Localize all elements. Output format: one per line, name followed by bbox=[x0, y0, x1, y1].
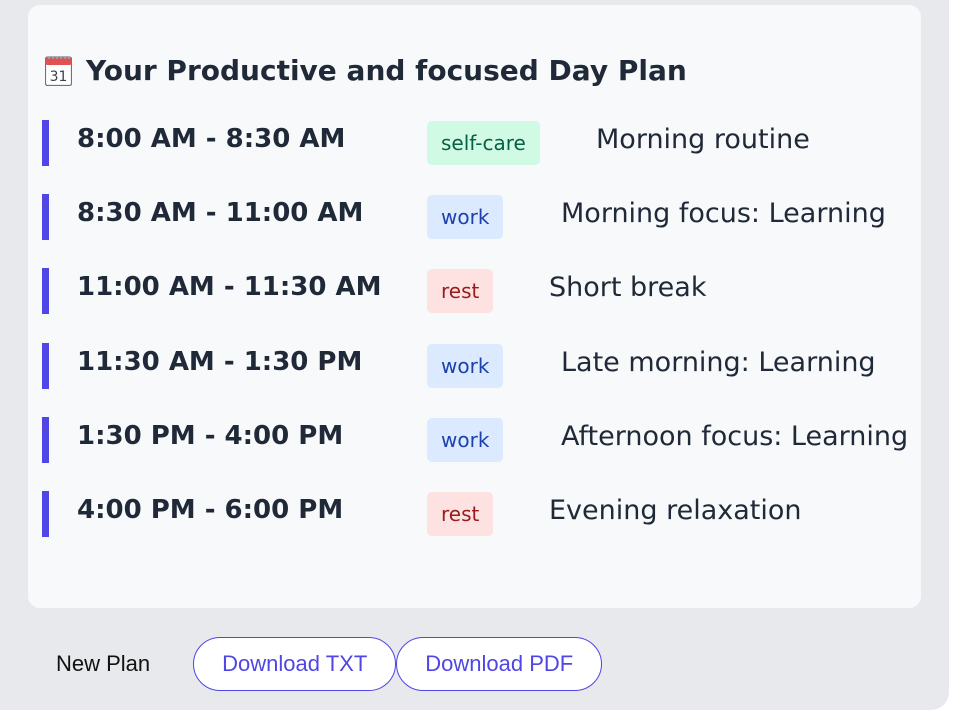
plan-item-tag: work bbox=[427, 417, 504, 462]
plan-item-accent-bar bbox=[42, 194, 49, 241]
plan-item-time: 8:00 AM - 8:30 AM bbox=[77, 124, 346, 154]
plan-item-accent-bar bbox=[42, 268, 49, 315]
plan-item-tag: work bbox=[427, 195, 504, 240]
plan-item-description: Afternoon focus: Learning bbox=[561, 420, 909, 452]
plan-item-description: Evening relaxation bbox=[549, 494, 802, 526]
calendar-icon-day: 31 bbox=[50, 69, 68, 85]
plan-item-accent-bar bbox=[42, 342, 49, 389]
footer-actions: New Plan Download TXT Download PDF bbox=[56, 636, 603, 692]
plan-item: 11:00 AM - 11:30 AM rest Short break bbox=[42, 264, 882, 338]
plan-item: 8:30 AM - 11:00 AM work Morning focus: Lea… bbox=[42, 190, 886, 264]
plan-item-accent-bar bbox=[42, 490, 49, 537]
plan-item-time: 11:00 AM - 11:30 AM bbox=[77, 272, 382, 303]
plan-item-tag: work bbox=[427, 343, 504, 388]
plan-list: 8:00 AM - 8:30 AM self-care Morning routin… bbox=[42, 116, 908, 561]
plan-item-accent-bar bbox=[42, 120, 49, 166]
plan-item-description: Short break bbox=[549, 272, 707, 304]
page-title: Your Productive and focused Day Plan bbox=[86, 53, 687, 87]
plan-item-time: 1:30 PM - 4:00 PM bbox=[77, 420, 344, 451]
plan-item: 4:00 PM - 6:00 PM rest Evening relaxation bbox=[42, 487, 882, 561]
plan-item-description: Morning focus: Learning bbox=[561, 198, 886, 230]
plan-item-time: 4:00 PM - 6:00 PM bbox=[77, 494, 344, 525]
plan-item-description: Late morning: Learning bbox=[561, 346, 876, 378]
plan-header: 31 Your Productive and focused Day Plan bbox=[45, 50, 687, 90]
plan-item-tag: self-care bbox=[427, 121, 540, 165]
plan-item-time: 11:30 AM - 1:30 PM bbox=[77, 346, 363, 377]
plan-item-tag: rest bbox=[427, 269, 494, 314]
plan-item-time: 8:30 AM - 11:00 AM bbox=[77, 198, 364, 229]
plan-item: 8:00 AM - 8:30 AM self-care Morning routin… bbox=[42, 116, 882, 190]
download-txt-button[interactable]: Download TXT bbox=[193, 637, 397, 691]
plan-item-tag: rest bbox=[427, 491, 494, 536]
app-background: 31 Your Productive and focused Day Plan … bbox=[0, 0, 949, 710]
plan-item-description: Morning routine bbox=[596, 124, 810, 155]
plan-item: 1:30 PM - 4:00 PM work Afternoon focus: Le… bbox=[42, 413, 908, 487]
plan-item: 11:30 AM - 1:30 PM work Late morning: Lear… bbox=[42, 339, 882, 413]
new-plan-link[interactable]: New Plan bbox=[56, 651, 150, 677]
plan-item-accent-bar bbox=[42, 416, 49, 463]
calendar-icon: 31 bbox=[45, 55, 72, 86]
download-pdf-button[interactable]: Download PDF bbox=[396, 637, 603, 691]
